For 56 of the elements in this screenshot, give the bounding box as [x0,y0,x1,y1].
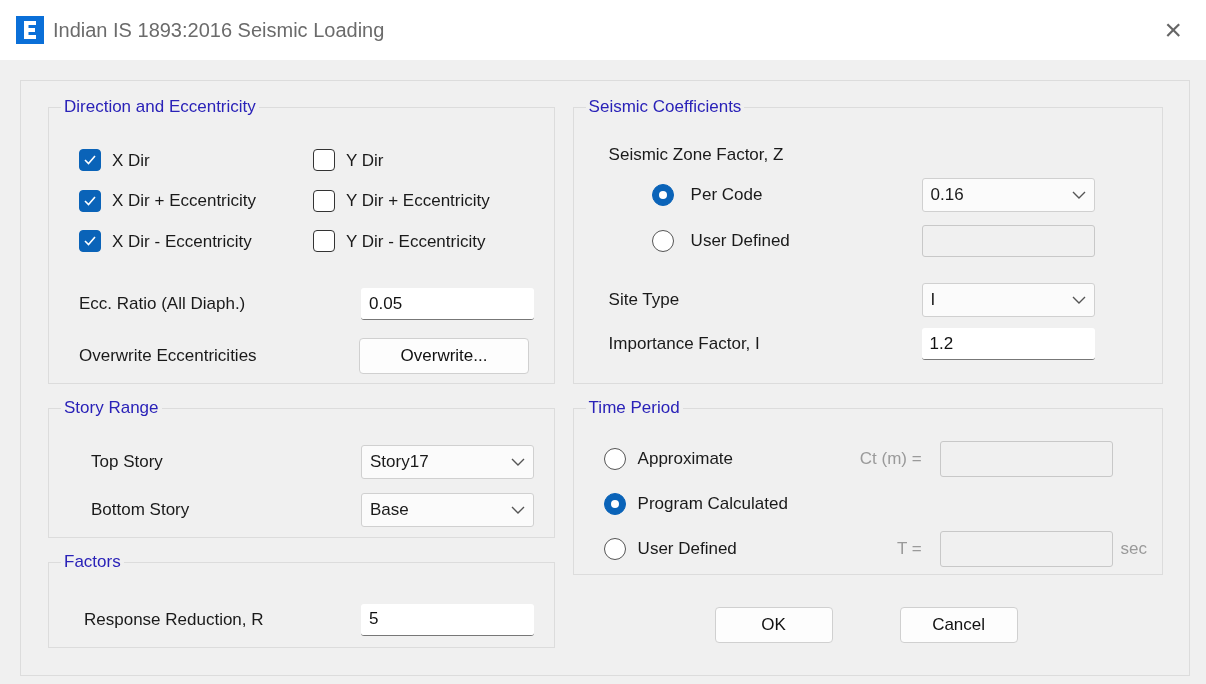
checkbox-label: Y Dir + Eccentricity [346,190,490,212]
checkbox-label: Y Dir [346,149,384,172]
input-field[interactable]: 5 [361,603,534,636]
input-field[interactable]: 1.2 [921,328,1095,360]
checkbox-label: X Dir [112,149,150,172]
field-label: Ecc. Ratio (All Diaph.) [79,293,247,316]
field-label: T = [895,537,922,560]
radio-label: User Defined [637,537,738,560]
input-field[interactable] [921,225,1095,257]
checkmark-icon [84,155,96,166]
field-label: Site Type [608,289,681,312]
app-logo-icon [16,16,44,44]
close-icon[interactable]: × [1156,15,1190,45]
checkbox[interactable] [79,189,101,212]
window-title: Indian IS 1893:2016 Seismic Loading [53,18,385,43]
checkbox[interactable] [313,149,335,172]
chevron-down-icon [1071,191,1086,199]
radio-label: User Defined [690,230,791,253]
chevron-down-icon [511,505,525,514]
input-field[interactable] [939,440,1113,477]
chevron-down-icon [1071,296,1086,304]
radio-button[interactable] [651,230,674,252]
field-label: Ct (m) = [858,447,922,470]
checkbox-label: Y Dir - Eccentricity [346,230,486,253]
checkbox-label: X Dir - Eccentricity [112,230,252,253]
checkbox-label: X Dir + Eccentricity [112,190,257,212]
cancel-button[interactable]: Cancel [899,607,1018,643]
field-label: Importance Factor, I [608,333,761,356]
checkbox[interactable] [313,230,335,253]
dropdown[interactable]: Base [361,492,534,527]
checkmark-icon [84,195,96,206]
radio-button[interactable] [603,492,626,515]
radio-button[interactable] [651,184,674,206]
field-label: Seismic Zone Factor, Z [608,143,784,166]
dropdown[interactable]: 0.16 [921,178,1095,212]
input-field[interactable]: 0.05 [361,288,534,320]
radio-label: Approximate [637,447,735,470]
radio-label: Program Calculated [637,492,789,515]
unit-label: sec [1120,537,1148,560]
field-label: Bottom Story [91,498,191,521]
overwrite-button[interactable]: Overwrite... [359,338,529,374]
checkbox[interactable] [313,189,335,212]
field-label: Response Reduction, R [84,608,265,631]
input-field[interactable] [939,530,1113,567]
chevron-down-icon [511,457,525,466]
checkbox[interactable] [79,149,101,172]
ok-button[interactable]: OK [714,607,833,643]
radio-button[interactable] [603,537,626,560]
radio-label: Per Code [690,184,764,207]
checkmark-icon [84,236,96,247]
dropdown[interactable]: Story17 [361,444,534,479]
checkbox[interactable] [79,230,101,253]
dropdown[interactable]: I [921,283,1095,317]
field-label: Top Story [91,450,164,473]
field-label: Overwrite Eccentricities [79,345,258,368]
radio-button[interactable] [603,447,626,470]
